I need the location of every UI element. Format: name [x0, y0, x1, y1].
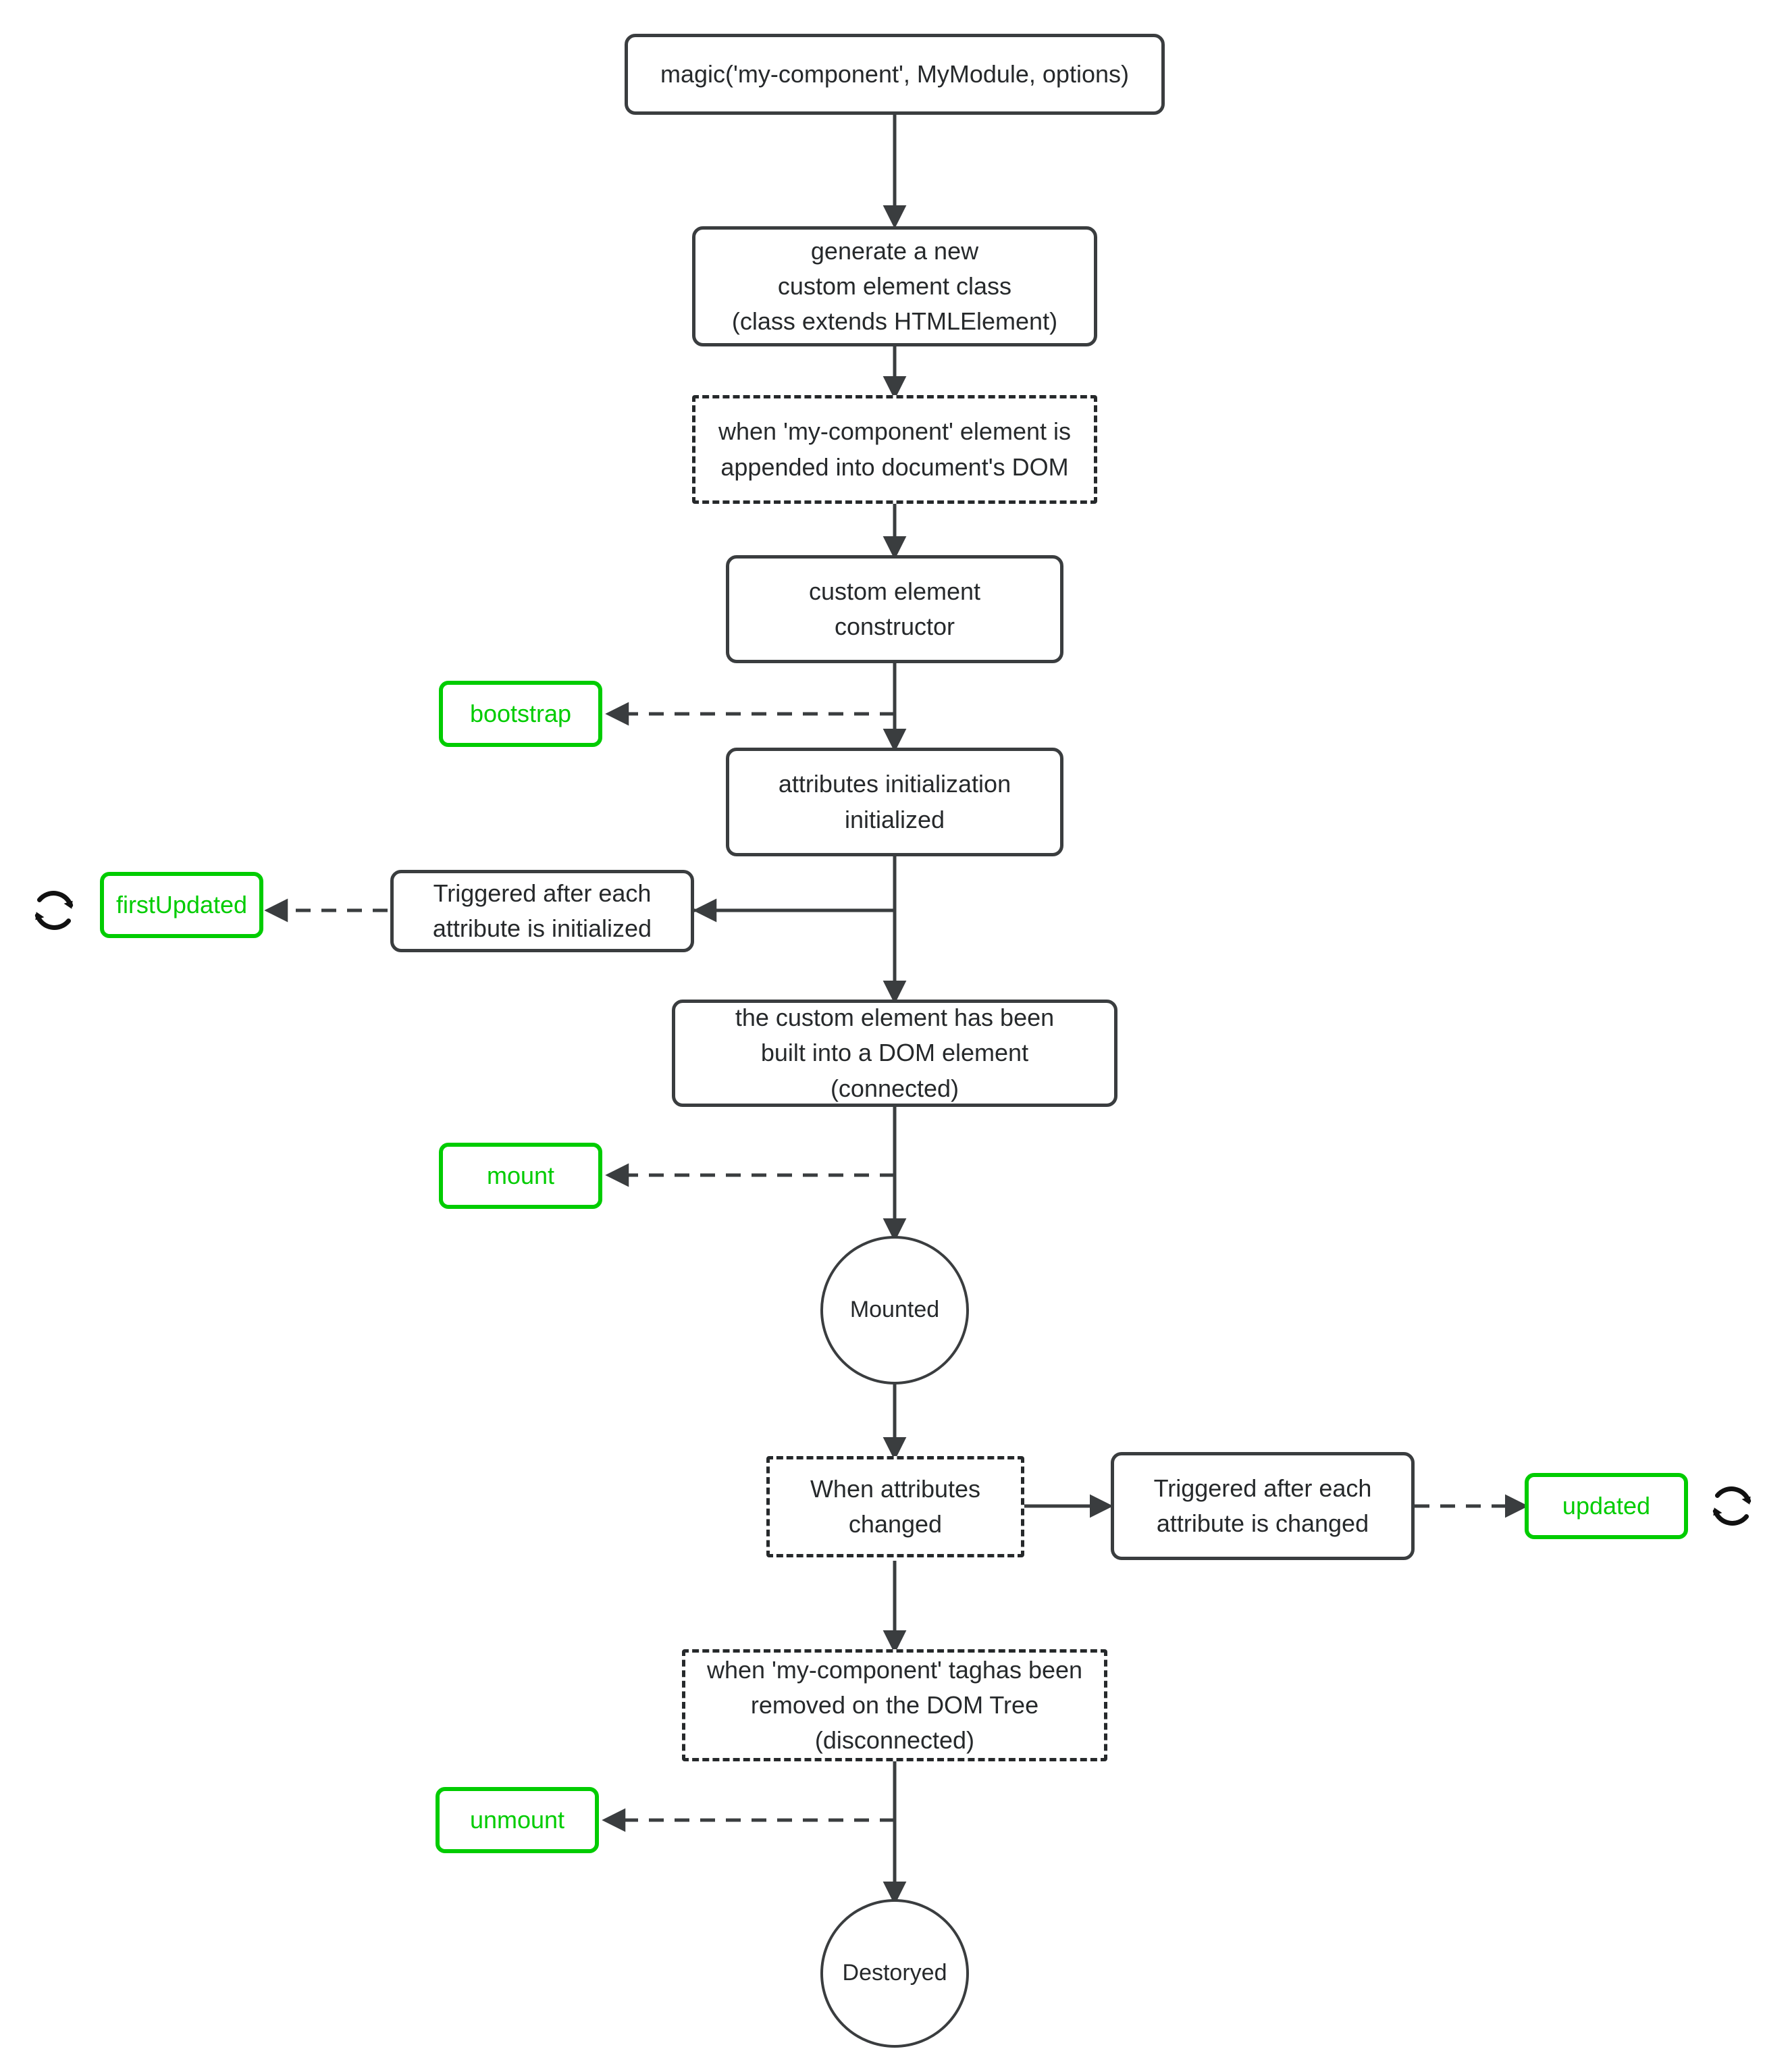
node-when-attributes-changed[interactable]: When attributes changed	[766, 1456, 1024, 1557]
sync-icon	[1712, 1486, 1752, 1526]
node-triggered-after-attribute-initialized[interactable]: Triggered after each attribute is initia…	[390, 870, 694, 952]
node-hook-mount[interactable]: mount	[439, 1143, 602, 1209]
node-hook-first-updated[interactable]: firstUpdated	[100, 872, 263, 938]
node-state-destoryed[interactable]: Destoryed	[820, 1899, 969, 2048]
node-state-mounted[interactable]: Mounted	[820, 1236, 969, 1384]
node-custom-element-constructor[interactable]: custom element constructor	[726, 555, 1063, 663]
node-hook-bootstrap[interactable]: bootstrap	[439, 681, 602, 747]
node-disconnected[interactable]: when 'my-component' taghas been removed …	[682, 1649, 1107, 1761]
node-hook-updated[interactable]: updated	[1525, 1473, 1688, 1539]
node-hook-unmount[interactable]: unmount	[436, 1787, 599, 1853]
node-generate-class[interactable]: generate a new custom element class (cla…	[692, 226, 1097, 346]
sync-icon	[34, 891, 74, 930]
node-connected[interactable]: the custom element has been built into a…	[672, 1000, 1117, 1107]
node-magic-call[interactable]: magic('my-component', MyModule, options)	[625, 34, 1165, 115]
node-triggered-after-attribute-changed[interactable]: Triggered after each attribute is change…	[1111, 1452, 1415, 1560]
node-attributes-initialization[interactable]: attributes initialization initialized	[726, 748, 1063, 856]
flowchart-canvas: magic('my-component', MyModule, options)…	[0, 0, 1790, 2072]
node-appended-into-dom[interactable]: when 'my-component' element is appended …	[692, 395, 1097, 504]
